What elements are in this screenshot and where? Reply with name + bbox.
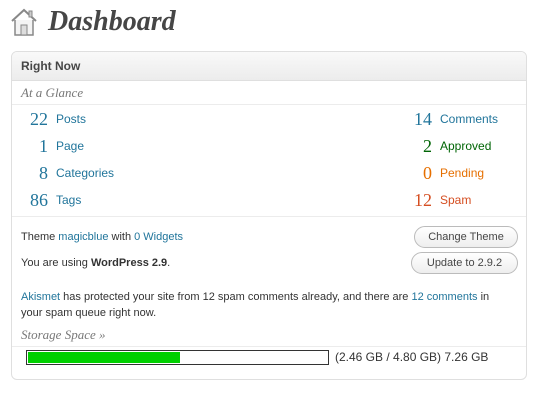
categories-link[interactable]: Categories (56, 166, 114, 180)
approved-count[interactable]: 2 (352, 136, 432, 157)
stat-tags[interactable]: 86 Tags (12, 189, 212, 211)
comments-count[interactable]: 14 (352, 109, 432, 130)
widget-header[interactable]: Right Now (12, 52, 526, 81)
akismet-link[interactable]: Akismet (21, 291, 60, 303)
change-theme-button[interactable]: Change Theme (414, 226, 518, 248)
theme-middle: with (108, 231, 135, 243)
spam-count[interactable]: 12 (352, 190, 432, 211)
at-a-glance-label: At a Glance (21, 85, 84, 100)
divider (12, 104, 526, 105)
stat-pages[interactable]: 1 Page (12, 135, 212, 157)
pages-link[interactable]: Page (56, 139, 84, 153)
update-button[interactable]: Update to 2.9.2 (411, 252, 518, 274)
stat-posts[interactable]: 22 Posts (12, 108, 212, 130)
storage-progress-fill (28, 352, 181, 363)
theme-name-link[interactable]: magicblue (58, 231, 108, 243)
tags-count[interactable]: 86 (12, 190, 48, 211)
storage-space-link[interactable]: Storage Space » (21, 327, 105, 343)
page-title: Dashboard (48, 6, 176, 37)
theme-line: Theme magicblue with 0 Widgets (21, 231, 183, 243)
version-prefix: You are using (21, 257, 91, 269)
posts-count[interactable]: 22 (12, 109, 48, 130)
categories-count[interactable]: 8 (12, 163, 48, 184)
version-name: WordPress 2.9 (90, 257, 168, 269)
storage-summary: (2.46 GB / 4.80 GB) 7.26 GB (335, 350, 489, 364)
divider (12, 346, 526, 347)
storage-progress-bar (26, 350, 329, 365)
comments-link[interactable]: Comments (440, 112, 498, 126)
version-line: You are using WordPress 2.9. (21, 257, 170, 269)
spam-queue-link[interactable]: 12 comments (411, 291, 477, 303)
stat-approved[interactable]: 2 Approved (352, 135, 512, 157)
widget-title: Right Now (21, 59, 81, 73)
tags-link[interactable]: Tags (56, 193, 81, 207)
akismet-notice: Akismet has protected your site from 12 … (21, 289, 501, 321)
spam-link[interactable]: Spam (440, 193, 471, 207)
theme-prefix: Theme (21, 231, 59, 243)
stat-comments[interactable]: 14 Comments (352, 108, 512, 130)
divider (12, 216, 526, 217)
home-icon (11, 8, 37, 36)
pending-count[interactable]: 0 (352, 163, 432, 184)
stat-pending[interactable]: 0 Pending (352, 162, 512, 184)
page-header: Dashboard (10, 4, 176, 40)
pages-count[interactable]: 1 (12, 136, 48, 157)
approved-link[interactable]: Approved (440, 139, 491, 153)
right-now-widget: Right Now At a Glance 22 Posts 1 Page 8 … (11, 51, 527, 380)
stat-spam[interactable]: 12 Spam (352, 189, 512, 211)
akismet-text-1: has protected your site from 12 spam com… (60, 291, 412, 303)
stat-categories[interactable]: 8 Categories (12, 162, 212, 184)
posts-link[interactable]: Posts (56, 112, 86, 126)
pending-link[interactable]: Pending (440, 166, 484, 180)
version-suffix: . (167, 257, 171, 269)
widgets-link[interactable]: 0 Widgets (134, 231, 183, 243)
